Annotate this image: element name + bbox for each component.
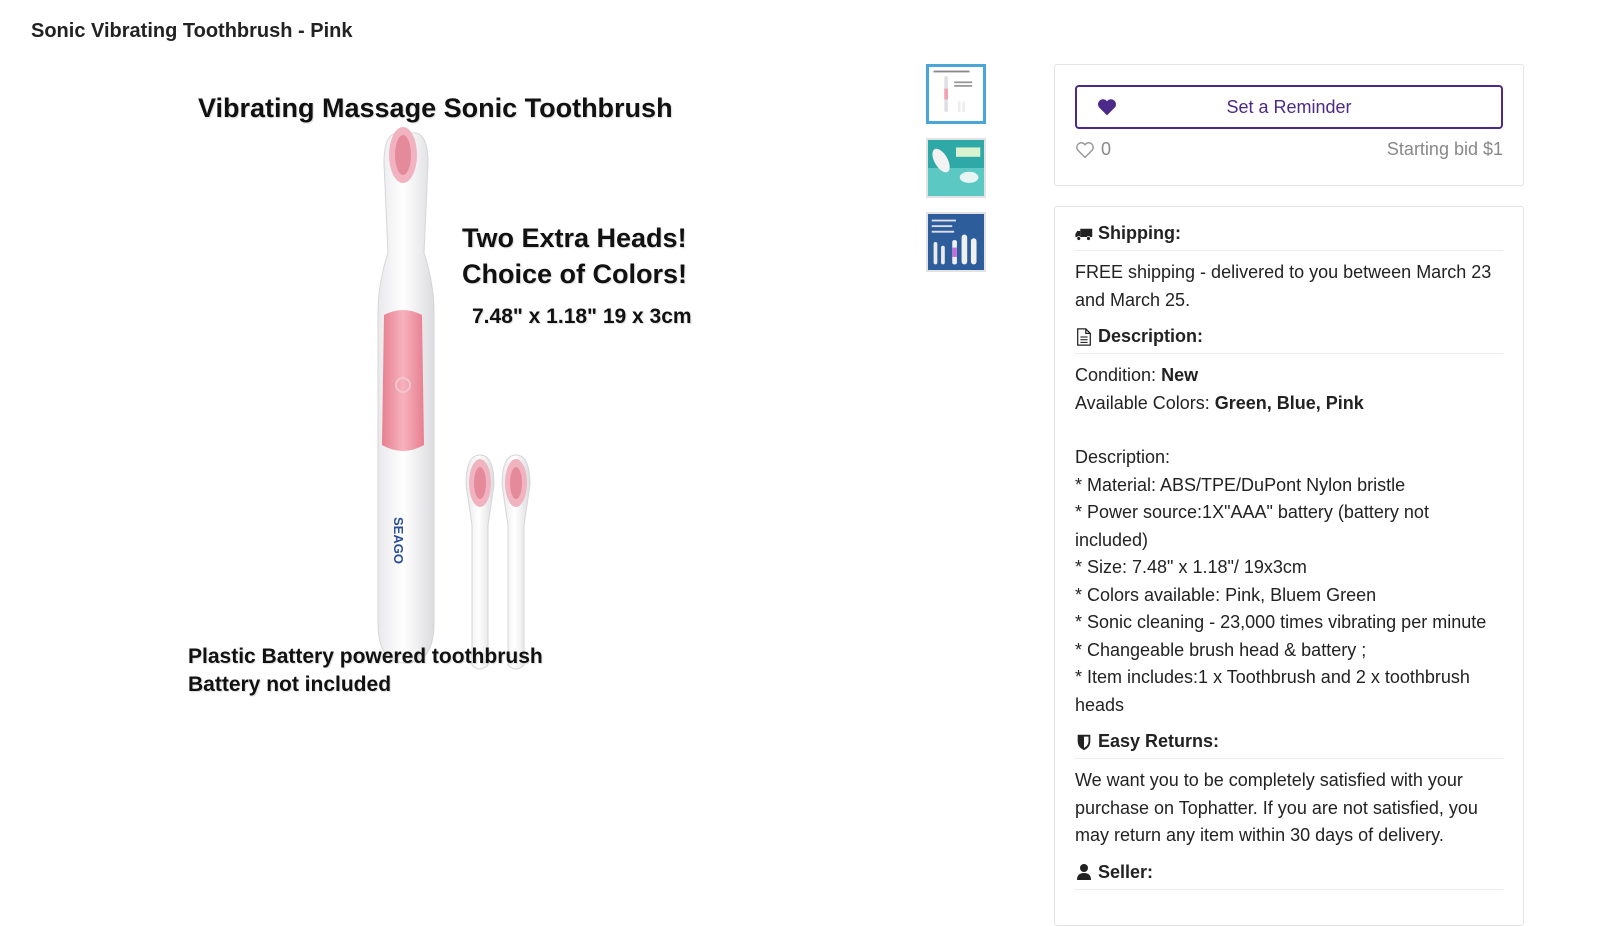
heart-outline-icon — [1076, 141, 1094, 158]
list-item: * Size: 7.48" x 1.18"/ 19x3cm — [1075, 557, 1307, 577]
page-title: Sonic Vibrating Toothbrush - Pink — [31, 20, 353, 42]
toothbrush-illustration: SEAGO — [377, 127, 531, 670]
colors-value: Green, Blue, Pink — [1214, 392, 1364, 413]
seller-heading-label: Seller: — [1098, 861, 1154, 882]
set-reminder-button[interactable]: Set a Reminder — [1075, 85, 1503, 129]
bid-panel: Set a Reminder 0 Starting bid $1 — [1054, 64, 1524, 186]
shipping-heading-label: Shipping: — [1098, 223, 1181, 243]
like-button[interactable]: 0 — [1075, 139, 1111, 160]
condition-label: Condition: — [1075, 365, 1157, 385]
thumbnail-strip — [926, 64, 990, 286]
image-extra-heads-text: Two Extra Heads! — [462, 223, 687, 253]
description-list: * Material: ABS/TPE/DuPont Nylon bristle… — [1075, 472, 1503, 720]
colors-label: Available Colors: — [1075, 392, 1210, 413]
returns-text: We want you to be completely satisfied w… — [1075, 770, 1478, 845]
description-body: Condition: New Available Colors: Green, … — [1075, 362, 1503, 719]
seller-heading: Seller: — [1075, 862, 1503, 890]
user-icon — [1077, 864, 1091, 880]
description-heading-label: Description: — [1098, 326, 1204, 346]
list-item: * Sonic cleaning - 23,000 times vibratin… — [1075, 612, 1487, 632]
shield-icon — [1077, 734, 1091, 750]
list-item: * Colors available: Pink, Bluem Green — [1075, 584, 1377, 605]
returns-heading: Easy Returns: — [1075, 731, 1503, 759]
returns-heading-label: Easy Returns: — [1098, 731, 1220, 751]
colors-row: Available Colors: Green, Blue, Pink — [1075, 390, 1503, 418]
truck-icon — [1075, 228, 1093, 241]
list-item: * Item includes:1 x Toothbrush and 2 x t… — [1075, 667, 1470, 715]
brand-text: SEAGO — [391, 517, 406, 564]
list-item: * Changeable brush head & battery ; — [1075, 639, 1367, 660]
thumbnail-2[interactable] — [926, 138, 986, 198]
condition-row: Condition: New — [1075, 362, 1503, 390]
like-count: 0 — [1101, 139, 1112, 159]
shipping-heading: Shipping: — [1075, 223, 1503, 251]
image-caption-battery: Plastic Battery powered toothbrush — [188, 645, 543, 668]
image-headline: Vibrating Massage Sonic Toothbrush — [198, 93, 673, 123]
description-heading: Description: — [1075, 326, 1503, 354]
set-reminder-label: Set a Reminder — [1226, 96, 1352, 117]
document-icon — [1077, 327, 1091, 346]
list-item: * Material: ABS/TPE/DuPont Nylon bristle — [1075, 474, 1406, 495]
shipping-text: FREE shipping - delivered to you between… — [1075, 262, 1492, 310]
product-main-image: SEAGO Vibrating Massage Sonic Toothbrush… — [180, 85, 740, 715]
description-title: Description: — [1075, 447, 1171, 467]
heart-icon — [1097, 99, 1117, 116]
condition-value: New — [1161, 365, 1199, 385]
thumbnail-1[interactable] — [926, 64, 986, 124]
image-colors-text: Choice of Colors! — [462, 259, 688, 289]
starting-bid: Starting bid $1 — [1386, 139, 1503, 159]
info-panel: Shipping: FREE shipping - delivered to y… — [1054, 206, 1524, 926]
image-size-text: 7.48" x 1.18" 19 x 3cm — [472, 305, 692, 328]
list-item: * Power source:1X"AAA" battery (battery … — [1075, 502, 1429, 550]
image-caption-not-included: Battery not included — [188, 673, 392, 696]
thumbnail-3[interactable] — [926, 212, 986, 272]
